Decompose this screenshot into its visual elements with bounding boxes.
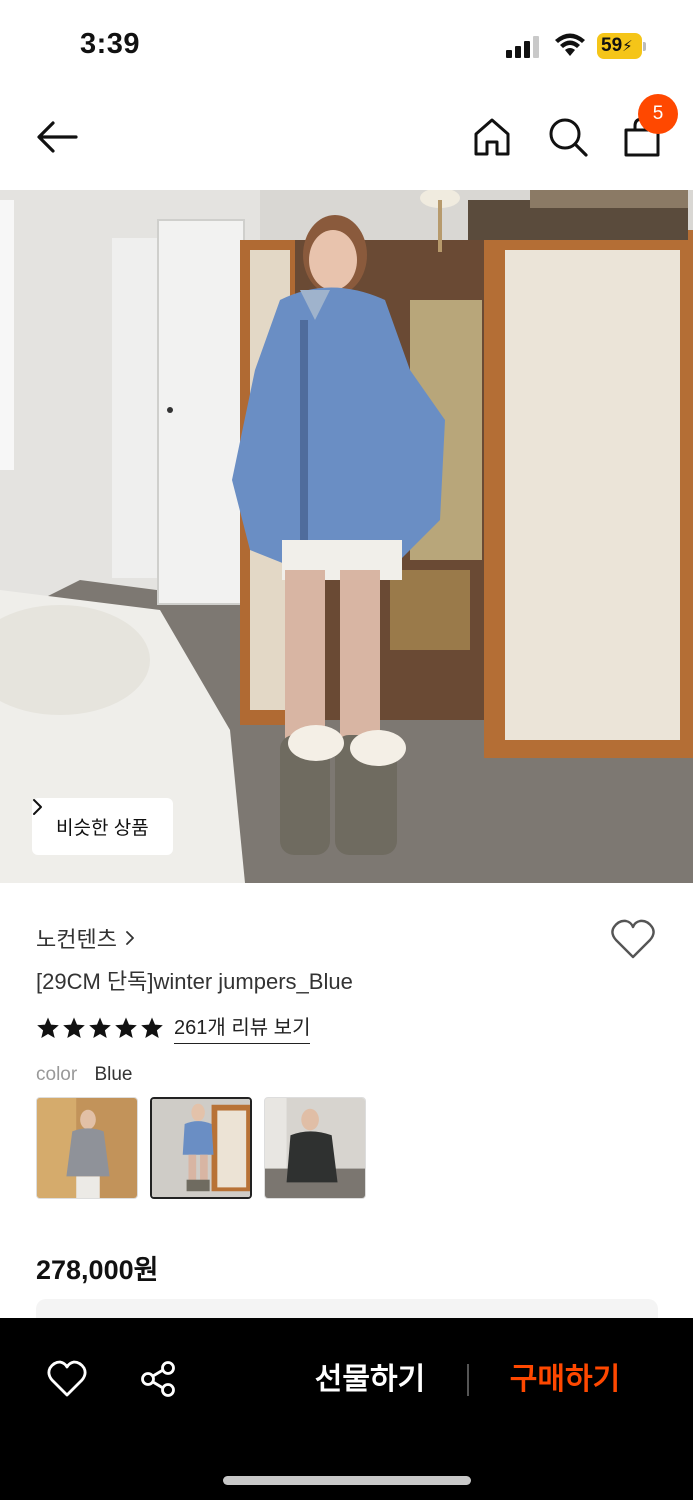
buy-button[interactable]: 구매하기 xyxy=(495,1358,635,1402)
swatch-blue[interactable] xyxy=(150,1097,252,1199)
product-title: [29CM 단독]winter jumpers_Blue xyxy=(36,969,353,994)
divider xyxy=(467,1364,469,1396)
battery-level: 59⚡ xyxy=(601,35,633,56)
color-option-row: color Blue xyxy=(36,1064,133,1086)
gift-button[interactable]: 선물하기 xyxy=(300,1358,440,1402)
share-icon[interactable] xyxy=(139,1360,177,1398)
heart-icon[interactable] xyxy=(47,1360,87,1398)
color-value: Blue xyxy=(94,1064,133,1085)
home-indicator xyxy=(223,1476,471,1485)
swatch-black[interactable] xyxy=(264,1097,366,1199)
color-label: color xyxy=(36,1064,78,1085)
heart-icon[interactable] xyxy=(610,918,656,960)
product-price: 278,000원 xyxy=(36,1255,159,1285)
star-rating xyxy=(36,1016,164,1040)
similar-products-button[interactable]: 비슷한 상품 xyxy=(32,798,173,855)
chevron-right-icon xyxy=(33,799,42,815)
cart-count-badge[interactable]: 5 xyxy=(638,94,678,134)
bottom-action-bar: 선물하기 구매하기 xyxy=(0,1318,693,1500)
home-icon[interactable] xyxy=(472,116,512,158)
cellular-signal-icon xyxy=(506,36,539,58)
status-bar: 3:39 59⚡ xyxy=(0,0,693,90)
color-swatches xyxy=(36,1097,366,1199)
star-icon xyxy=(115,1017,137,1038)
product-photo xyxy=(0,190,693,883)
wifi-icon xyxy=(555,33,585,56)
brand-link[interactable]: 노컨텐츠 xyxy=(36,922,135,954)
battery-indicator: 59⚡ xyxy=(597,33,647,59)
top-nav-bar: 5 xyxy=(0,90,693,190)
rating-row: 261개 리뷰 보기 xyxy=(36,1011,311,1044)
star-icon xyxy=(63,1017,85,1038)
star-icon xyxy=(89,1017,111,1038)
status-time: 3:39 xyxy=(80,28,141,60)
star-icon xyxy=(141,1017,163,1038)
back-arrow-icon[interactable] xyxy=(34,118,80,156)
reviews-link[interactable]: 261개 리뷰 보기 xyxy=(174,1011,311,1044)
similar-products-label: 비슷한 상품 xyxy=(56,818,149,839)
star-icon xyxy=(37,1017,59,1038)
brand-name: 노컨텐츠 xyxy=(36,927,117,952)
chevron-right-icon xyxy=(126,931,134,945)
search-icon[interactable] xyxy=(547,116,589,158)
swatch-gray[interactable] xyxy=(36,1097,138,1199)
product-hero-image[interactable]: 비슷한 상품 xyxy=(0,190,693,883)
